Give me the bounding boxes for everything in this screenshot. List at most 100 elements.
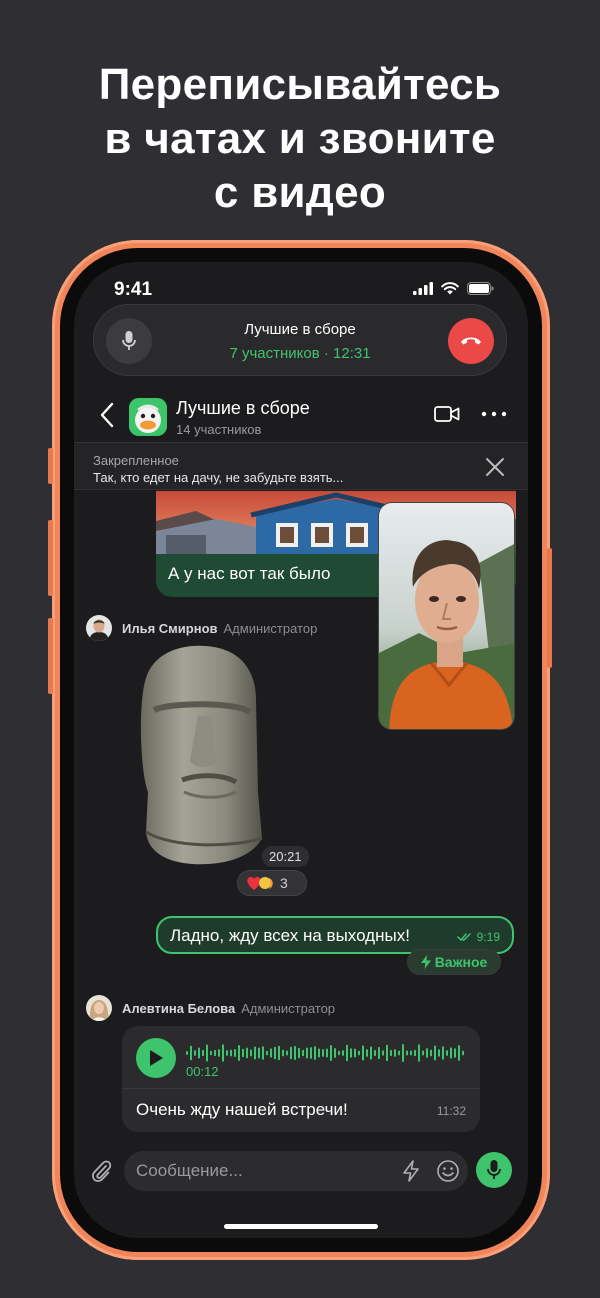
phone-side-button (547, 548, 552, 668)
waveform-bar (354, 1048, 356, 1058)
waveform-bar (270, 1048, 272, 1058)
waveform-bar (406, 1050, 408, 1056)
important-tag-label: Важное (434, 954, 488, 970)
chat-avatar[interactable] (129, 398, 167, 436)
waveform-bar (318, 1048, 320, 1058)
sender-name[interactable]: Алевтина Белова (122, 1001, 235, 1016)
waveform-bar (370, 1046, 372, 1060)
pinned-message-bar[interactable]: Закрепленное Так, кто едет на дачу, не з… (74, 442, 528, 490)
waveform-bar (238, 1044, 240, 1062)
waveform-bar (418, 1044, 420, 1062)
hang-up-icon (461, 337, 481, 345)
phone-screen: 9:41 Лучшие в сборе 7 участников · 12:31… (74, 262, 528, 1238)
headline-line-1: Переписывайтесь (98, 60, 502, 109)
waveform-bar (386, 1044, 388, 1062)
double-check-icon (456, 933, 471, 942)
waveform-bar (414, 1049, 416, 1057)
heart-reaction-icon (247, 876, 273, 890)
status-time: 9:41 (114, 279, 153, 300)
waveform-bar (206, 1044, 208, 1062)
waveform-bar (190, 1045, 192, 1061)
waveform-bar (266, 1050, 268, 1056)
waveform-bar (230, 1049, 232, 1057)
lightning-icon[interactable] (400, 1160, 422, 1182)
reactions[interactable]: 3 (237, 870, 307, 896)
waveform-bar (430, 1049, 432, 1057)
waveform-bar (358, 1050, 360, 1056)
waveform-bar (374, 1049, 376, 1057)
waveform-bar (294, 1046, 296, 1060)
waveform-bar (402, 1044, 404, 1062)
waveform-bar (218, 1049, 220, 1057)
waveform-bar (342, 1050, 344, 1056)
message-input[interactable] (136, 1151, 386, 1191)
end-call-button[interactable] (448, 318, 494, 364)
play-button[interactable] (136, 1038, 176, 1078)
waveform-bar (346, 1044, 348, 1062)
waveform-bar (246, 1047, 248, 1059)
outgoing-message-text: Ладно, жду всех на выходных! (170, 926, 410, 945)
voice-waveform[interactable] (186, 1042, 468, 1064)
sender-name[interactable]: Илья Смирнов (122, 621, 218, 636)
waveform-bar (286, 1050, 288, 1056)
waveform-bar (282, 1049, 284, 1057)
chat-members-count: 14 участников (176, 422, 262, 437)
waveform-bar (442, 1046, 444, 1060)
call-title: Лучшие в сборе (244, 321, 356, 338)
waveform-bar (234, 1048, 236, 1058)
photo-caption: А у нас вот так было (168, 564, 331, 583)
play-icon (150, 1050, 163, 1066)
lightning-icon (420, 955, 431, 969)
record-voice-button[interactable] (476, 1152, 512, 1188)
waveform-bar (398, 1050, 400, 1056)
moai-sticker[interactable] (132, 642, 272, 870)
back-arrow-icon[interactable] (96, 400, 120, 430)
voice-message[interactable]: 00:12 Очень жду нашей встречи! 11:32 (122, 1026, 480, 1132)
waveform-bar (194, 1050, 196, 1056)
goose-avatar-icon (129, 398, 167, 436)
avatar[interactable] (86, 995, 112, 1021)
home-indicator[interactable] (224, 1224, 378, 1229)
important-tag[interactable]: Важное (407, 949, 501, 975)
video-call-preview[interactable] (378, 502, 515, 730)
microphone-icon (487, 1160, 501, 1179)
close-icon[interactable] (484, 456, 506, 478)
message-composer (124, 1151, 468, 1191)
voice-message-time: 11:32 (436, 1104, 466, 1118)
promo-headline: Переписывайтесь в чатах и звоните с виде… (0, 58, 600, 220)
participant-video (379, 503, 514, 729)
user-avatar-icon (86, 615, 112, 641)
phone-side-button (48, 520, 53, 596)
waveform-bar (226, 1050, 228, 1056)
waveform-bar (290, 1046, 292, 1060)
phone-side-button (48, 448, 53, 484)
user-avatar-icon (86, 995, 112, 1021)
waveform-bar (210, 1050, 212, 1056)
active-call-banner[interactable]: Лучшие в сборе 7 участников · 12:31 (93, 304, 507, 376)
pinned-label: Закрепленное (93, 453, 179, 468)
waveform-bar (326, 1048, 328, 1058)
avatar[interactable] (86, 615, 112, 641)
video-camera-icon[interactable] (434, 404, 460, 424)
voice-duration: 00:12 (186, 1064, 219, 1079)
waveform-bar (310, 1047, 312, 1059)
waveform-bar (450, 1047, 452, 1059)
call-subtitle: 7 участников · 12:31 (229, 345, 371, 362)
emoji-icon[interactable] (436, 1159, 460, 1183)
waveform-bar (438, 1049, 440, 1057)
outgoing-message-time: 9:19 (476, 930, 500, 944)
wifi-icon (441, 282, 459, 295)
waveform-bar (382, 1050, 384, 1056)
more-options-icon[interactable] (480, 404, 508, 424)
pinned-text: Так, кто едет на дачу, не забудьте взять… (93, 470, 344, 485)
chat-name[interactable]: Лучшие в сборе (176, 398, 310, 419)
waveform-bar (410, 1050, 412, 1056)
divider (122, 1088, 480, 1089)
waveform-bar (334, 1048, 336, 1058)
paperclip-icon[interactable] (88, 1158, 114, 1184)
waveform-bar (330, 1044, 332, 1062)
waveform-bar (298, 1047, 300, 1059)
waveform-bar (322, 1049, 324, 1057)
status-icons (413, 282, 494, 295)
waveform-bar (462, 1050, 464, 1056)
